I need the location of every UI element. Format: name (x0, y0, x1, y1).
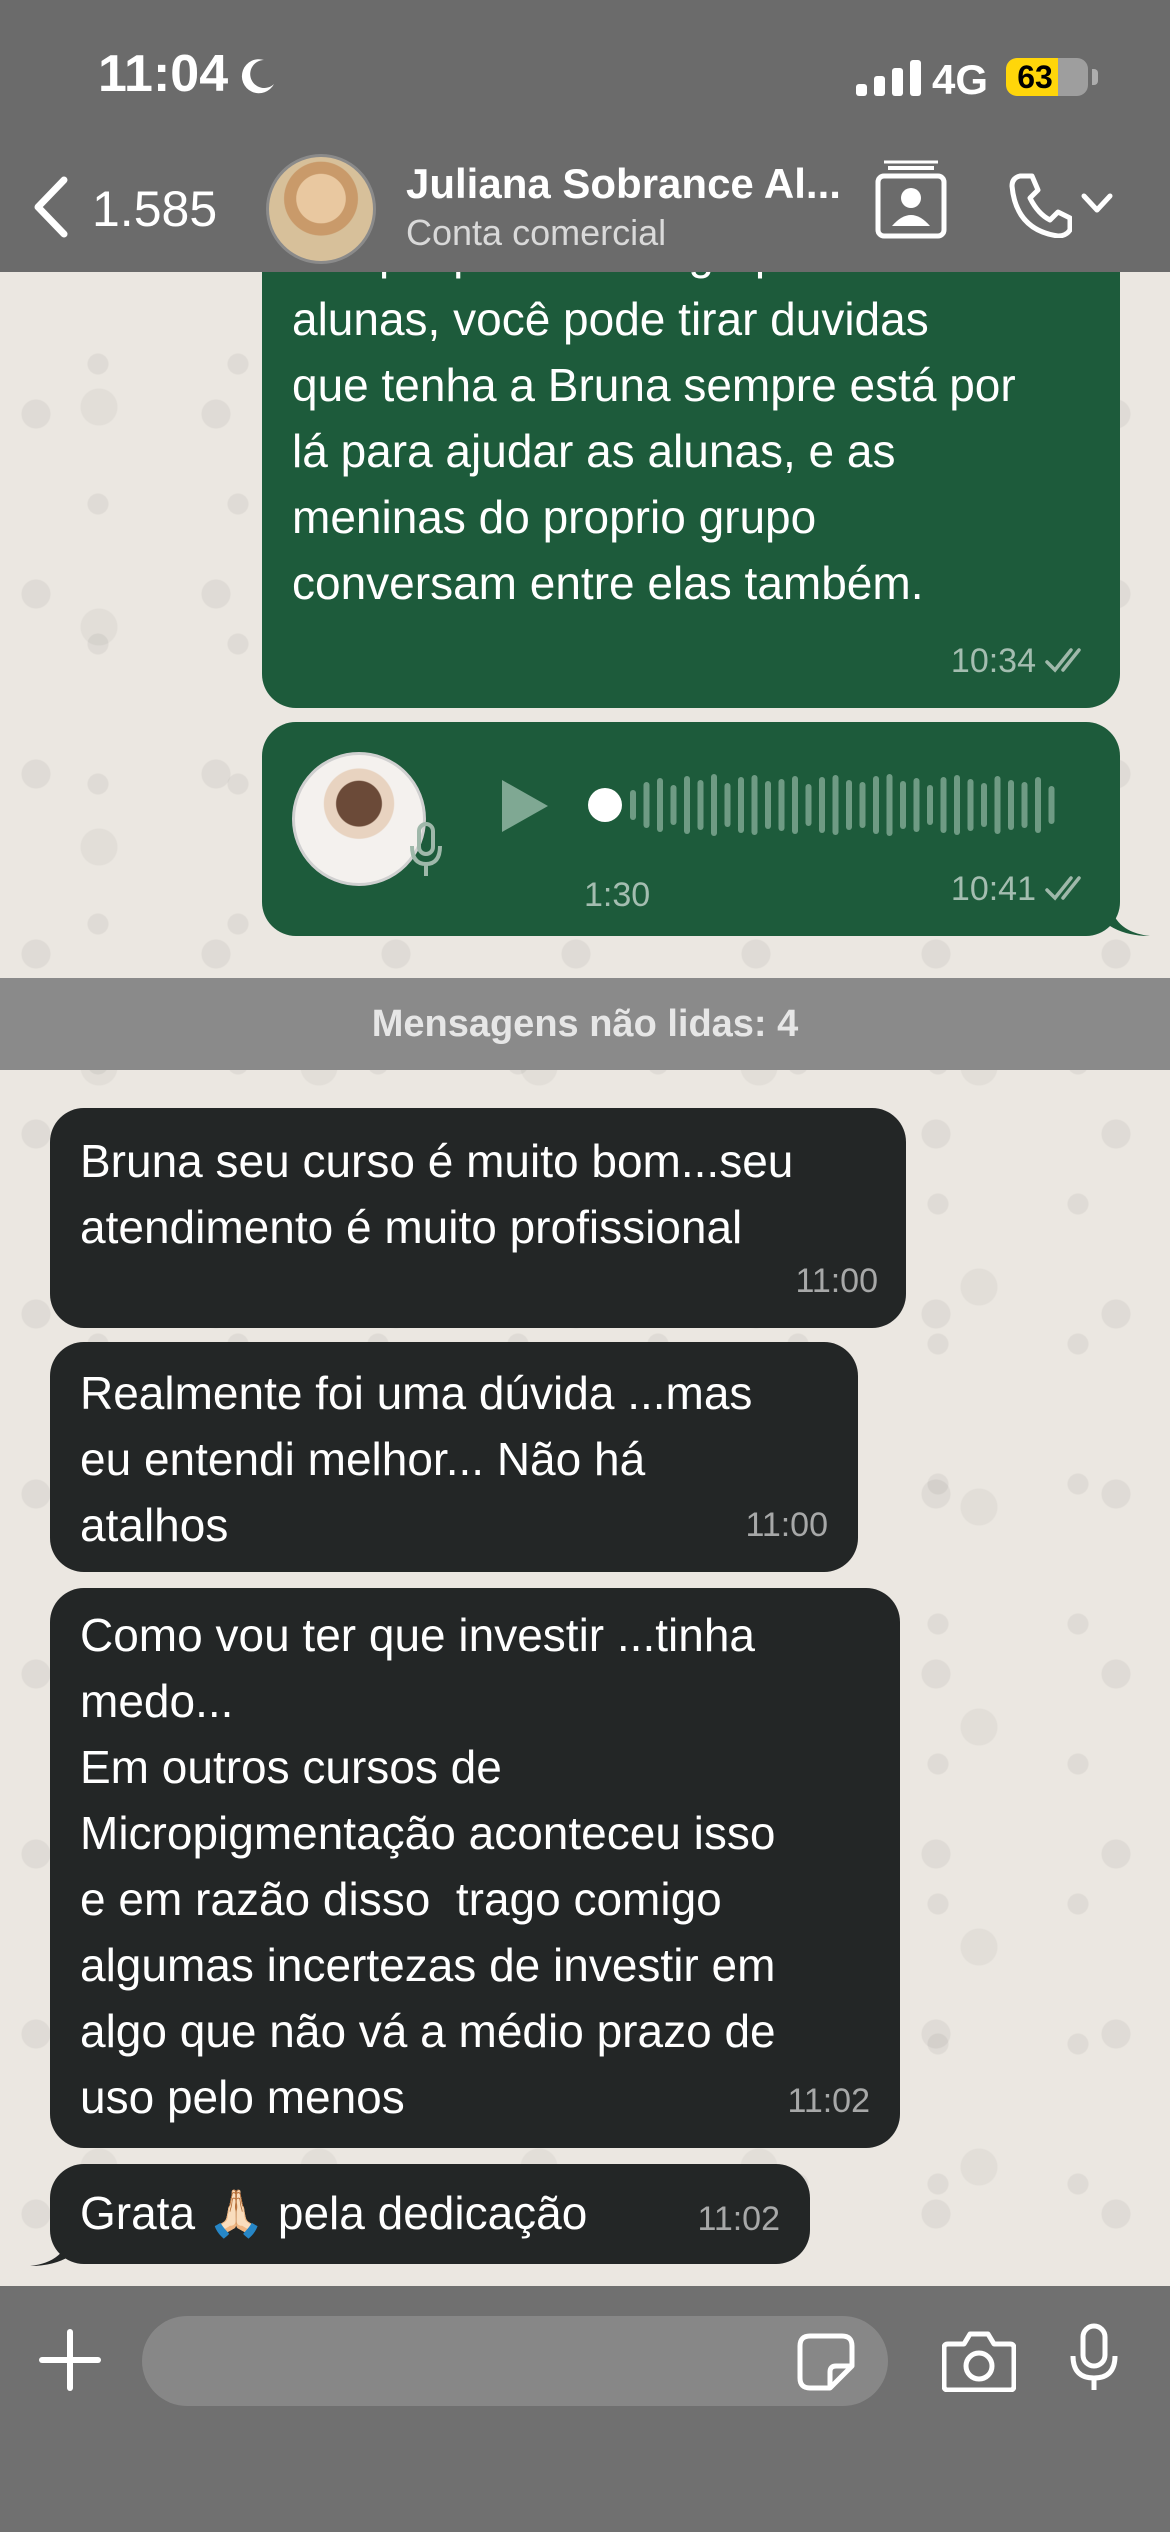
microphone-icon[interactable] (1068, 2322, 1120, 2394)
message-time: 10:41 (950, 870, 1036, 908)
waveform-bar (805, 784, 812, 826)
phone-icon[interactable] (1008, 172, 1072, 238)
waveform-bar (765, 781, 771, 829)
voice-message-bubble[interactable]: 1:30 10:41 (262, 722, 1120, 936)
waveform-bar (859, 782, 866, 828)
moon-icon (241, 59, 274, 94)
playback-scrubber[interactable] (588, 788, 622, 822)
message-text: Porque pelo nosso grupo de alunas, você … (292, 227, 1016, 609)
waveform-bar (1048, 786, 1055, 824)
message-meta: 10:41 (951, 856, 1092, 922)
waveform-bar (738, 777, 744, 833)
double-check-icon (1045, 648, 1081, 673)
message-time: 10:34 (950, 642, 1036, 680)
waveform-bar (1008, 780, 1014, 830)
waveform-bar (913, 778, 920, 832)
battery-tip (1092, 69, 1098, 85)
message-time: 11:02 (787, 2082, 870, 2120)
bubble-tail (1110, 902, 1150, 936)
waveform-bar (994, 776, 1001, 834)
waveform-bar (886, 774, 893, 836)
waveform-bar (832, 775, 839, 835)
waveform-bar (630, 790, 636, 820)
signal-icon (856, 60, 921, 96)
contact-card-icon[interactable] (874, 160, 948, 240)
waveform-bar (643, 782, 650, 828)
waveform-bar (751, 775, 758, 835)
message-bubble-outgoing[interactable]: Porque pelo nosso grupo de alunas, você … (262, 227, 1120, 708)
message-text: Grata 🙏🏻 pela dedicação (80, 2187, 588, 2239)
waveform-bar (981, 783, 987, 827)
waveform-bar (711, 774, 717, 836)
double-check-icon (1045, 876, 1081, 901)
waveform-bar (927, 785, 933, 825)
back-unread-count[interactable]: 1.585 (92, 180, 217, 238)
waveform-bar (697, 780, 704, 830)
waveform-bar (792, 776, 798, 834)
status-bar: 11:04 4G 63 (0, 0, 1170, 150)
microphone-icon (410, 822, 442, 876)
message-meta: 10:34 (951, 628, 1092, 694)
chat-header: 11:04 4G 63 1.585 Juliana Sobrance Al...… (0, 0, 1170, 272)
sticker-icon[interactable] (796, 2332, 856, 2392)
chevron-left-icon[interactable] (26, 172, 76, 242)
message-input-field[interactable] (142, 2316, 888, 2406)
play-icon[interactable] (498, 778, 550, 834)
message-time: 11:00 (795, 1262, 878, 1300)
message-time: 11:00 (745, 1506, 828, 1544)
message-bubble-incoming[interactable]: Grata 🙏🏻 pela dedicação 11:02 (50, 2164, 810, 2264)
waveform-bar (940, 777, 947, 833)
message-text: Realmente foi uma dúvida ...mas eu enten… (80, 1367, 753, 1551)
chevron-down-icon[interactable] (1080, 192, 1114, 216)
message-bubble-incoming[interactable]: Realmente foi uma dúvida ...mas eu enten… (50, 1342, 858, 1572)
message-input[interactable] (174, 2316, 774, 2406)
unread-messages-divider: Mensagens não lidas: 4 (0, 978, 1170, 1070)
message-bubble-incoming[interactable]: Bruna seu curso é muito bom...seu atendi… (50, 1108, 906, 1328)
waveform-bar (684, 776, 690, 834)
voice-duration: 1:30 (584, 876, 651, 914)
camera-icon[interactable] (942, 2330, 1016, 2392)
waveform-bar (724, 783, 731, 827)
waveform-bar (1021, 782, 1028, 828)
waveform-bar (846, 780, 852, 830)
waveform-bar (873, 776, 879, 834)
waveform-bar (819, 777, 825, 833)
waveform-bar (1035, 777, 1041, 833)
message-text: Bruna seu curso é muito bom...seu atendi… (80, 1135, 794, 1253)
waveform-bar (778, 779, 785, 831)
waveform-bar (900, 781, 906, 829)
battery-icon: 63 (1006, 58, 1088, 96)
battery-percent: 63 (1017, 59, 1053, 95)
contact-name[interactable]: Juliana Sobrance Al... (406, 160, 846, 208)
voice-waveform (630, 774, 1055, 836)
message-text: Como vou ter que investir ...tinha medo.… (80, 1609, 776, 2123)
message-bubble-incoming[interactable]: Como vou ter que investir ...tinha medo.… (50, 1588, 900, 2148)
message-time: 11:02 (697, 2200, 780, 2238)
waveform-bar (967, 779, 974, 831)
contact-avatar[interactable] (266, 154, 376, 264)
waveform-bar (657, 778, 663, 832)
network-type: 4G (932, 56, 989, 103)
bubble-tail (30, 2232, 70, 2266)
plus-icon[interactable] (38, 2328, 102, 2392)
contact-subtitle[interactable]: Conta comercial (406, 212, 666, 254)
waveform-bar (954, 775, 960, 835)
status-time: 11:04 (98, 45, 229, 103)
waveform-bar (670, 785, 677, 825)
